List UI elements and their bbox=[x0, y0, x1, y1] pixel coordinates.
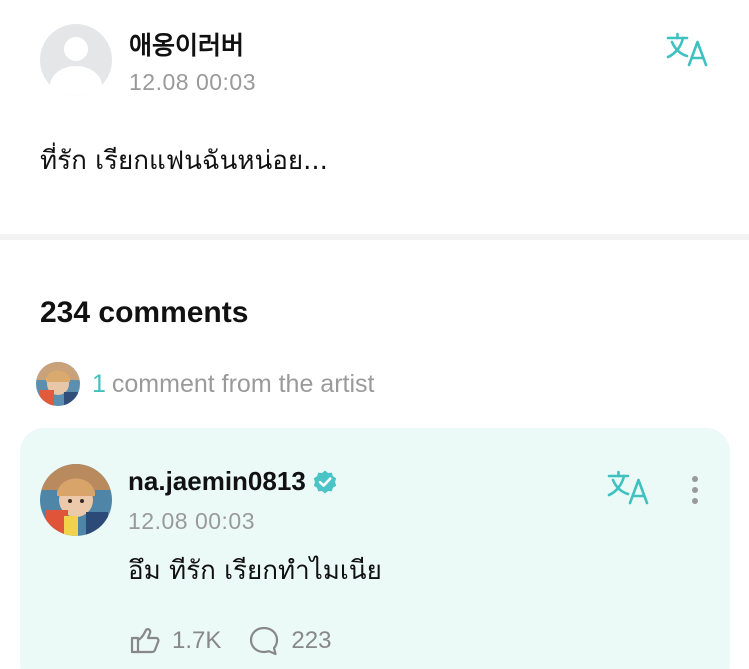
artist-comment-label: comment from the artist bbox=[111, 369, 375, 398]
artist-name[interactable]: na.jaemin0813 bbox=[128, 466, 306, 497]
verified-badge-icon bbox=[313, 470, 336, 493]
post: 애옹이러버 12.08 00:03 ที่รัก เรียกแฟนฉันหน่อ… bbox=[0, 0, 749, 234]
comment-translate-button[interactable] bbox=[606, 468, 652, 508]
post-body-text: ที่รัก เรียกแฟนฉันหน่อย... bbox=[40, 146, 328, 176]
artist-comment-count: 1 bbox=[92, 369, 106, 398]
translate-icon bbox=[607, 470, 649, 505]
artist-comment-card: na.jaemin0813 12.08 00:03 อึม ทีรัก เรีย… bbox=[20, 428, 730, 669]
artist-comment-timestamp: 12.08 00:03 bbox=[128, 508, 256, 534]
post-timestamp: 12.08 00:03 bbox=[129, 69, 257, 95]
default-avatar[interactable] bbox=[40, 24, 112, 96]
section-divider bbox=[0, 234, 749, 240]
post-detail-screen: 애옹이러버 12.08 00:03 ที่รัก เรียกแฟนฉันหน่อ… bbox=[0, 0, 749, 669]
artist-comment-text: อึม ทีรัก เรียกทำไมเนีย bbox=[128, 556, 382, 586]
reply-button[interactable]: 223 bbox=[247, 624, 331, 658]
comments-count-heading: 234 comments bbox=[40, 296, 249, 329]
hand-heart-icon bbox=[130, 628, 160, 654]
comment-actions: 1.7K 223 bbox=[128, 624, 357, 658]
speech-bubble-icon bbox=[250, 626, 279, 656]
more-options-button[interactable] bbox=[680, 472, 710, 508]
like-count: 1.7K bbox=[172, 627, 222, 654]
post-author-name[interactable]: 애옹이러버 bbox=[129, 26, 244, 62]
like-button[interactable]: 1.7K bbox=[128, 624, 221, 658]
more-vertical-icon bbox=[692, 476, 698, 482]
reply-count: 223 bbox=[291, 627, 332, 654]
artist-comment-filter[interactable]: 1 comment from the artist bbox=[36, 362, 374, 406]
artist-avatar[interactable] bbox=[40, 464, 112, 536]
translate-icon bbox=[666, 32, 708, 67]
translate-button[interactable] bbox=[665, 30, 711, 70]
artist-avatar-small bbox=[36, 362, 80, 406]
